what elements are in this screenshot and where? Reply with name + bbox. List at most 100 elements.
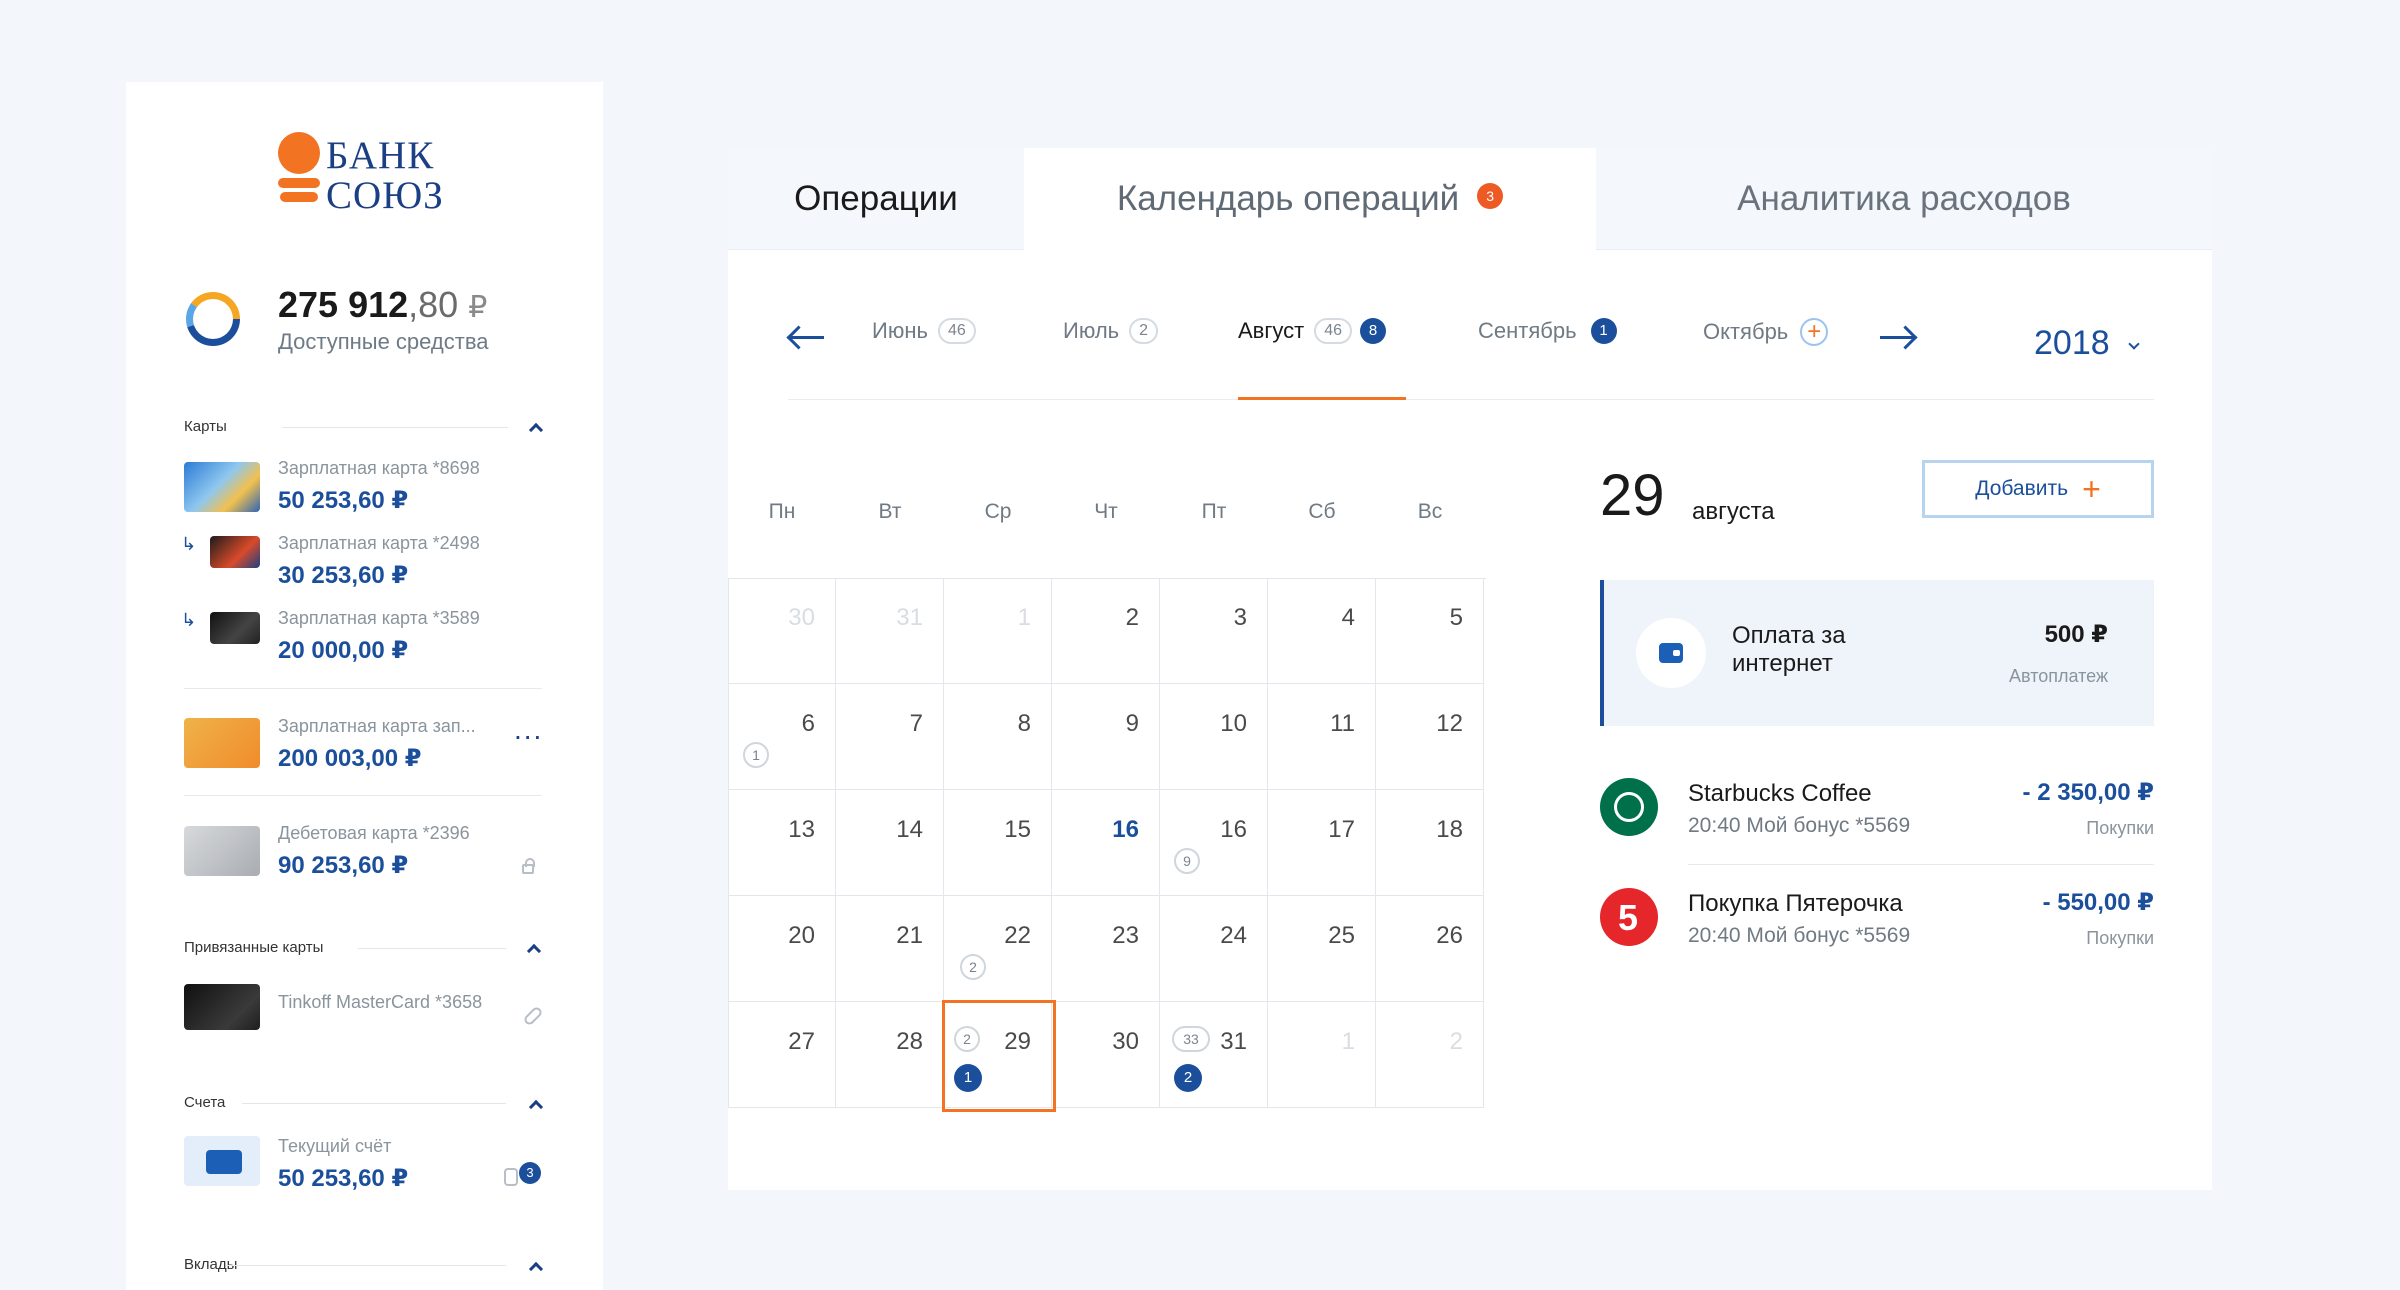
calendar-day-cell[interactable]: 8 — [944, 684, 1052, 790]
calendar-day-cell[interactable]: 27 — [728, 1002, 836, 1108]
tab-analytics-label: Аналитика расходов — [1737, 178, 2071, 218]
calendar-day-cell[interactable]: 2 — [1052, 578, 1160, 684]
month-august[interactable]: Август 46 8 — [1238, 318, 1387, 344]
card-amount[interactable]: 20 000,00 ₽ — [278, 636, 408, 665]
calendar-day-cell[interactable]: 14 — [836, 790, 944, 896]
calendar-day-cell[interactable]: 20 — [728, 896, 836, 1002]
calendar-day-cell[interactable]: 13 — [728, 790, 836, 896]
card-amount[interactable]: 50 253,60 ₽ — [278, 486, 408, 515]
calendar-day-cell[interactable]: 12 — [1376, 684, 1484, 790]
calendar-day-cell[interactable]: 5 — [1376, 578, 1484, 684]
calendar-day-cell[interactable]: 16 9 — [1160, 790, 1268, 896]
card-name[interactable]: Зарплатная карта *8698 — [278, 458, 480, 479]
calendar-day-number: 2 — [1449, 1028, 1463, 1055]
card-image[interactable] — [184, 718, 260, 768]
card-amount[interactable]: 200 003,00 ₽ — [278, 744, 421, 773]
month-july[interactable]: Июль 2 — [1063, 318, 1159, 344]
month-june-label: Июнь — [872, 318, 928, 343]
linked-card-name[interactable]: Tinkoff MasterCard *3658 — [278, 992, 482, 1013]
calendar-day-cell[interactable]: 22 2 — [944, 896, 1052, 1002]
more-options-icon[interactable]: ... — [514, 714, 543, 746]
tab-calendar[interactable]: Календарь операций 3 — [1024, 148, 1596, 250]
operations-count-ring: 2 — [960, 954, 986, 980]
divider — [1688, 864, 2154, 865]
divider — [184, 688, 542, 689]
calendar-day-number: 25 — [1328, 922, 1355, 949]
balance-label: Доступные средства — [278, 329, 489, 354]
month-june[interactable]: Июнь 46 — [872, 318, 976, 344]
calendar-day-cell[interactable]: 28 — [836, 1002, 944, 1108]
paperclip-icon — [522, 1005, 544, 1027]
card-name[interactable]: Зарплатная карта зап... — [278, 716, 476, 737]
card-image[interactable] — [184, 462, 260, 512]
section-accounts-title: Счета — [184, 1094, 226, 1111]
card-amount[interactable]: 30 253,60 ₽ — [278, 561, 408, 590]
year-selector[interactable]: 2018 — [2034, 324, 2110, 363]
month-july-count: 2 — [1129, 318, 1159, 344]
transaction-row[interactable]: Starbucks Coffee 20:40 Мой бонус *5569 -… — [1600, 768, 2154, 878]
calendar-day-cell[interactable]: 61 — [728, 684, 836, 790]
transaction-row[interactable]: 5 Покупка Пятерочка 20:40 Мой бонус *556… — [1600, 878, 2154, 988]
calendar-day-cell[interactable]: 31 33 2 — [1160, 1002, 1268, 1108]
balance-currency: ₽ — [468, 291, 488, 324]
calendar-day-cell[interactable]: 30 — [1052, 1002, 1160, 1108]
card-image[interactable] — [210, 536, 260, 568]
calendar-day-cell[interactable]: 26 — [1376, 896, 1484, 1002]
arrow-left-icon[interactable] — [790, 336, 824, 339]
card-name[interactable]: Дебетовая карта *2396 — [278, 823, 470, 844]
account-amount[interactable]: 50 253,60 ₽ — [278, 1164, 408, 1193]
arrow-right-icon[interactable] — [1880, 336, 1914, 339]
collapse-linked-chevron-up-icon[interactable] — [526, 943, 542, 959]
month-september-label: Сентябрь — [1478, 318, 1577, 343]
calendar-day-number: 30 — [788, 604, 815, 631]
calendar-day-cell[interactable]: 1 — [944, 578, 1052, 684]
collapse-cards-chevron-up-icon[interactable] — [528, 422, 544, 438]
account-name[interactable]: Текущий счёт — [278, 1136, 391, 1157]
calendar-day-cell[interactable]: 16 — [1052, 790, 1160, 896]
account-badge: 3 — [519, 1162, 541, 1184]
selected-day-number: 29 — [1600, 463, 1665, 528]
calendar-day-cell[interactable]: 4 — [1268, 578, 1376, 684]
collapse-deposits-chevron-up-icon[interactable] — [528, 1261, 544, 1277]
calendar-day-number: 26 — [1436, 922, 1463, 949]
calendar-day-cell[interactable]: 21 — [836, 896, 944, 1002]
autopay-amount: 500 ₽ — [2044, 621, 2108, 648]
card-image[interactable] — [184, 984, 260, 1030]
calendar-day-cell[interactable]: 31 — [836, 578, 944, 684]
add-button[interactable]: Добавить + — [1922, 460, 2154, 518]
calendar-day-cell[interactable]: 9 — [1052, 684, 1160, 790]
calendar-day-cell[interactable]: 10 — [1160, 684, 1268, 790]
card-name[interactable]: Зарплатная карта *2498 — [278, 533, 480, 554]
tab-bar: Операции Календарь операций 3 Аналитика … — [728, 148, 2212, 250]
bank-logo[interactable]: БАНК СОЮЗ — [278, 132, 458, 222]
collapse-accounts-chevron-up-icon[interactable] — [528, 1099, 544, 1115]
calendar-day-cell[interactable]: 7 — [836, 684, 944, 790]
month-october[interactable]: Октябрь + — [1703, 318, 1829, 346]
calendar-day-number: 13 — [788, 816, 815, 843]
tab-operations[interactable]: Операции — [728, 148, 1024, 250]
transaction-category: Покупки — [2086, 818, 2154, 838]
add-month-plus-icon[interactable]: + — [1800, 318, 1829, 346]
autopay-item[interactable]: Оплата за интернет 500 ₽ Автоплатеж — [1600, 580, 2154, 726]
card-image[interactable] — [210, 612, 260, 644]
calendar-day-cell[interactable]: 18 — [1376, 790, 1484, 896]
calendar-day-cell[interactable]: 3 — [1160, 578, 1268, 684]
calendar-day-cell[interactable]: 24 — [1160, 896, 1268, 1002]
calendar-day-number: 8 — [1017, 710, 1031, 737]
calendar-day-cell[interactable]: 17 — [1268, 790, 1376, 896]
calendar-day-cell[interactable]: 1 — [1268, 1002, 1376, 1108]
sidebar: БАНК СОЮЗ 275 912,80 ₽ Доступные средств… — [126, 82, 603, 1290]
calendar-day-cell[interactable]: 11 — [1268, 684, 1376, 790]
calendar-day-cell[interactable]: 23 — [1052, 896, 1160, 1002]
calendar-day-cell[interactable]: 2 — [1376, 1002, 1484, 1108]
calendar-day-cell[interactable]: 15 — [944, 790, 1052, 896]
month-october-label: Октябрь — [1703, 319, 1789, 344]
card-image[interactable] — [184, 826, 260, 876]
card-name[interactable]: Зарплатная карта *3589 — [278, 608, 480, 629]
tab-analytics[interactable]: Аналитика расходов — [1596, 148, 2212, 250]
card-amount[interactable]: 90 253,60 ₽ — [278, 851, 408, 880]
month-september[interactable]: Сентябрь 1 — [1478, 318, 1617, 344]
calendar-day-cell[interactable]: 25 — [1268, 896, 1376, 1002]
divider — [184, 795, 542, 796]
calendar-day-cell[interactable]: 30 — [728, 578, 836, 684]
